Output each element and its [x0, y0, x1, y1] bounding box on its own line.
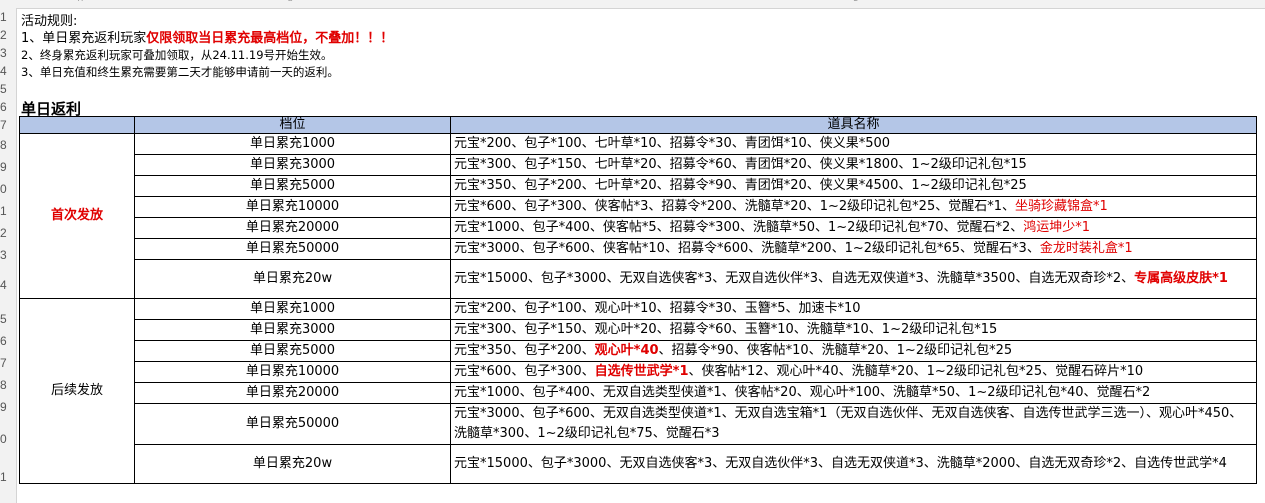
tier-cell[interactable]: 单日累充1000 — [134, 298, 451, 320]
row-header-bar: 1 2 3 4 5 6 7 8 9 0 1 2 3 4 5 6 7 8 9 0 … — [0, 8, 17, 503]
rule-line-1: 1、单日累充返利玩家仅限领取当日累充最高档位，不叠加！！！ — [21, 27, 393, 46]
header-tier[interactable]: 档位 — [134, 116, 451, 134]
row-number[interactable]: 4 — [0, 64, 15, 78]
row-number[interactable]: 1 — [0, 10, 15, 24]
tier-cell[interactable]: 单日累充10000 — [134, 196, 451, 218]
table-row: 单日累充50000 元宝*3000、包子*600、无双自选类型侠道*1、无双自选… — [20, 403, 1257, 445]
rule-line-1-highlight: 仅限领取当日累充最高档位，不叠加！！！ — [146, 31, 394, 46]
table-row: 单日累充10000 元宝*600、包子*300、侠客帖*3、招募令*200、洗髓… — [20, 196, 1257, 218]
row-number[interactable]: 4 — [0, 278, 15, 292]
tier-cell[interactable]: 单日累充20w — [134, 444, 451, 484]
tier-cell[interactable]: 单日累充5000 — [134, 340, 451, 362]
rule-line-1-prefix: 1、单日累充返利玩家 — [21, 31, 147, 46]
items-cell[interactable]: 元宝*350、包子*200、观心叶*40、招募令*90、侠客帖*10、洗髓草*2… — [450, 340, 1257, 362]
tier-cell[interactable]: 单日累充50000 — [134, 238, 451, 260]
tier-cell[interactable]: 单日累充10000 — [134, 361, 451, 383]
tier-cell[interactable]: 单日累充20w — [134, 259, 451, 299]
items-cell[interactable]: 元宝*600、包子*300、侠客帖*3、招募令*200、洗髓草*20、1~2级印… — [450, 196, 1257, 218]
tier-cell[interactable]: 单日累充50000 — [134, 403, 451, 445]
rule-line-2: 2、终身累充返利玩家可叠加领取，从24.11.19号开始生效。 — [21, 48, 333, 62]
row-number[interactable]: 2 — [0, 226, 15, 240]
table-row: 单日累充20w 元宝*15000、包子*3000、无双自选侠客*3、无双自选伙伴… — [20, 444, 1257, 484]
row-number[interactable]: 9 — [0, 160, 15, 174]
table-row: 单日累充20w 元宝*15000、包子*3000、无双自选侠客*3、无双自选伙伴… — [20, 259, 1257, 299]
column-header-c[interactable]: C — [853, 0, 858, 3]
table-header-row: 档位 道具名称 — [19, 116, 1257, 134]
column-header-a[interactable]: A — [78, 0, 83, 3]
row-number[interactable]: 5 — [0, 312, 15, 326]
items-cell[interactable]: 元宝*3000、包子*600、无双自选类型侠道*1、无双自选宝箱*1（无双自选伙… — [450, 403, 1257, 445]
row-number[interactable]: 6 — [0, 334, 15, 348]
items-cell[interactable]: 元宝*15000、包子*3000、无双自选侠客*3、无双自选伙伴*3、自选无双侠… — [450, 259, 1257, 299]
table-row: 后续发放 单日累充1000 元宝*200、包子*100、观心叶*10、招募令*3… — [19, 298, 1257, 484]
table-row: 单日累充20000 元宝*1000、包子*400、侠客帖*5、招募令*300、洗… — [20, 217, 1257, 239]
tier-cell[interactable]: 单日累充20000 — [134, 382, 451, 404]
row-number[interactable]: 0 — [0, 182, 15, 196]
table-row: 单日累充50000 元宝*3000、包子*600、侠客帖*10、招募令*600、… — [20, 238, 1257, 260]
table-row: 单日累充3000 元宝*300、包子*150、七叶草*20、招募令*60、青团饵… — [20, 154, 1257, 176]
row-number[interactable]: 2 — [0, 28, 15, 42]
row-number[interactable]: 1 — [0, 470, 15, 484]
items-cell[interactable]: 元宝*1000、包子*400、无双自选类型侠道*1、侠客帖*20、观心叶*100… — [450, 382, 1257, 404]
row-number[interactable]: 9 — [0, 400, 15, 414]
column-header-b[interactable]: B — [288, 0, 293, 3]
rebate-table: 档位 道具名称 首次发放 单日累充1000 元宝*200、包子*100、七叶草*… — [19, 116, 1257, 484]
tier-cell[interactable]: 单日累充3000 — [134, 154, 451, 176]
table-row: 单日累充10000 元宝*600、包子*300、自选传世武学*1、侠客帖*12、… — [20, 361, 1257, 383]
items-cell[interactable]: 元宝*200、包子*100、七叶草*10、招募令*30、青团饵*10、侠义果*5… — [450, 133, 1257, 155]
header-blank[interactable] — [19, 116, 135, 134]
row-number[interactable]: 7 — [0, 118, 15, 132]
tier-cell[interactable]: 单日累充3000 — [134, 319, 451, 341]
tier-cell[interactable]: 单日累充1000 — [134, 133, 451, 155]
table-row: 首次发放 单日累充1000 元宝*200、包子*100、七叶草*10、招募令*3… — [19, 133, 1257, 299]
row-number[interactable]: 3 — [0, 46, 15, 60]
rule-line-3: 3、单日充值和终生累充需要第二天才能够申请前一天的返利。 — [21, 65, 339, 79]
group-label-first[interactable]: 首次发放 — [19, 133, 135, 299]
row-number[interactable]: 3 — [0, 248, 15, 262]
table-row: 单日累充5000 元宝*350、包子*200、七叶草*20、招募令*90、青团饵… — [20, 175, 1257, 197]
row-number[interactable]: 8 — [0, 138, 15, 152]
items-cell[interactable]: 元宝*600、包子*300、自选传世武学*1、侠客帖*12、观心叶*40、洗髓草… — [450, 361, 1257, 383]
tier-cell[interactable]: 单日累充5000 — [134, 175, 451, 197]
items-cell[interactable]: 元宝*15000、包子*3000、无双自选侠客*3、无双自选伙伴*3、自选无双侠… — [450, 444, 1257, 484]
items-cell[interactable]: 元宝*350、包子*200、七叶草*20、招募令*90、青团饵*20、侠义果*4… — [450, 175, 1257, 197]
tier-cell[interactable]: 单日累充20000 — [134, 217, 451, 239]
row-number[interactable]: 6 — [0, 100, 15, 114]
row-number[interactable]: 5 — [0, 82, 15, 96]
row-number[interactable]: 8 — [0, 378, 15, 392]
row-number[interactable]: 0 — [0, 432, 15, 446]
row-number[interactable]: 1 — [0, 204, 15, 218]
header-items[interactable]: 道具名称 — [450, 116, 1257, 134]
table-row: 单日累充3000 元宝*300、包子*150、观心叶*20、招募令*60、玉簪*… — [20, 319, 1257, 341]
row-number[interactable]: 7 — [0, 356, 15, 370]
table-row: 单日累充20000 元宝*1000、包子*400、无双自选类型侠道*1、侠客帖*… — [20, 382, 1257, 404]
items-cell[interactable]: 元宝*300、包子*150、观心叶*20、招募令*60、玉簪*10、洗髓草*10… — [450, 319, 1257, 341]
items-cell[interactable]: 元宝*200、包子*100、观心叶*10、招募令*30、玉簪*5、加速卡*10 — [450, 298, 1257, 320]
group-label-subsequent[interactable]: 后续发放 — [19, 298, 135, 484]
items-cell[interactable]: 元宝*1000、包子*400、侠客帖*5、招募令*300、洗髓草*50、1~2级… — [450, 217, 1257, 239]
table-row: 单日累充5000 元宝*350、包子*200、观心叶*40、招募令*90、侠客帖… — [20, 340, 1257, 362]
column-header-bar: A B C — [0, 0, 1265, 9]
items-cell[interactable]: 元宝*300、包子*150、七叶草*20、招募令*60、青团饵*20、侠义果*1… — [450, 154, 1257, 176]
items-cell[interactable]: 元宝*3000、包子*600、侠客帖*10、招募令*600、洗髓草*200、1~… — [450, 238, 1257, 260]
